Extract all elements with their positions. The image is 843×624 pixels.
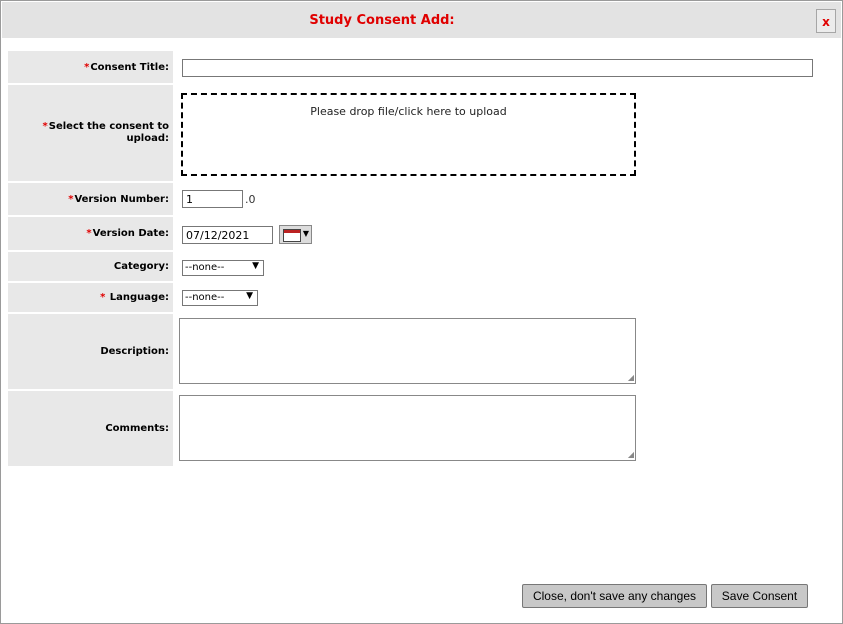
chevron-down-icon: ▼ [252,261,259,271]
chevron-down-icon: ▼ [246,291,253,301]
file-drop-zone[interactable]: Please drop file/click here to upload [181,93,636,176]
version-number-row: * Version Number: .0 [8,183,838,215]
resize-grip-icon[interactable]: ◢ [628,373,634,382]
category-row: Category: --none-- ▼ [8,252,838,281]
dropdown-arrow-icon: ▼ [302,229,309,238]
comments-label: Comments: [8,391,173,466]
version-number-input[interactable] [182,190,243,208]
version-date-label: * Version Date: [8,217,173,250]
version-date-input[interactable] [182,226,273,244]
consent-title-input[interactable] [182,59,813,77]
required-marker: * [100,292,106,303]
category-select[interactable]: --none-- ▼ [182,260,264,276]
comments-textarea[interactable]: ◢ [179,395,636,461]
calendar-icon [283,229,301,242]
dialog-title: Study Consent Add: [309,13,455,28]
description-row: Description: ◢ [8,314,838,389]
required-marker: * [68,193,74,205]
required-marker: * [42,121,48,132]
dialog-titlebar: Study Consent Add: x [2,2,841,38]
language-row: * Language: --none-- ▼ [8,283,838,312]
required-marker: * [86,228,92,239]
description-label: Description: [8,314,173,389]
close-icon[interactable]: x [816,9,836,33]
upload-label: *Select the consent to upload: [8,85,173,181]
study-consent-dialog: Study Consent Add: x * Consent Title: *S… [0,0,843,624]
calendar-picker-button[interactable]: ▼ [279,225,312,244]
version-number-suffix: .0 [245,193,256,206]
save-consent-button[interactable]: Save Consent [711,584,808,608]
resize-grip-icon[interactable]: ◢ [628,450,634,459]
consent-title-label: * Consent Title: [8,51,173,83]
version-number-label: * Version Number: [8,183,173,215]
category-label: Category: [8,252,173,281]
consent-title-row: * Consent Title: [8,51,838,83]
version-date-row: * Version Date: ▼ [8,217,838,250]
close-without-saving-button[interactable]: Close, don't save any changes [522,584,707,608]
description-textarea[interactable]: ◢ [179,318,636,384]
language-select[interactable]: --none-- ▼ [182,290,258,306]
upload-row: *Select the consent to upload: Please dr… [8,85,838,181]
language-label: * Language: [8,283,173,312]
required-marker: * [84,61,90,73]
comments-row: Comments: ◢ [8,391,838,466]
